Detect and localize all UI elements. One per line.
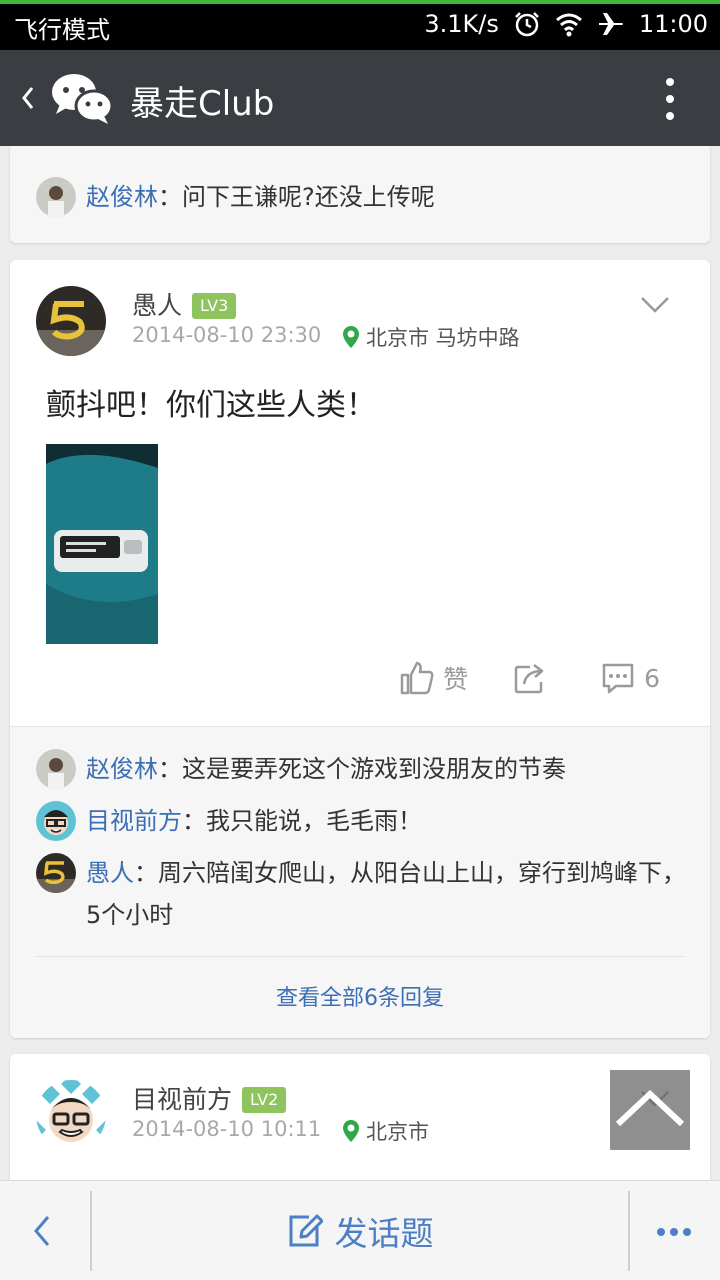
post-actions: 赞 6 <box>355 660 660 696</box>
toolbar-separator <box>628 1191 630 1271</box>
reply-item[interactable]: 赵俊林：问下王谦呢?还没上传呢 <box>36 176 690 218</box>
share-icon <box>514 664 544 694</box>
level-badge: LV3 <box>192 293 237 319</box>
post-author[interactable]: 目视前方 LV2 <box>132 1080 287 1116</box>
comment-button[interactable]: 6 <box>600 660 660 696</box>
comment-count: 6 <box>644 663 660 693</box>
title-bar: 暴走Club <box>0 50 720 146</box>
location-text: 北京市 马坊中路 <box>366 326 520 350</box>
overflow-menu-icon[interactable] <box>664 76 676 122</box>
page-title: 暴走Club <box>130 84 275 124</box>
divider <box>10 726 710 727</box>
location-pin-icon <box>343 1120 359 1142</box>
reply-author[interactable]: 愚人 <box>86 859 134 887</box>
comment-icon <box>602 663 634 694</box>
location-text: 北京市 <box>366 1120 429 1144</box>
reply-text: ：我只能说，毛毛雨！ <box>182 807 422 835</box>
post-image[interactable] <box>46 444 158 644</box>
status-accent-line <box>0 0 720 4</box>
view-all-replies-link[interactable]: 查看全部6条回复 <box>10 980 710 1012</box>
reply-item[interactable]: 赵俊林：这是要弄死这个游戏到没朋友的节奏 <box>36 748 690 790</box>
avatar[interactable] <box>36 853 76 893</box>
reply-text: ：周六陪闺女爬山，从阳台山上山，穿行到鸠峰下，5个小时 <box>86 859 686 929</box>
avatar[interactable] <box>36 1080 106 1150</box>
alarm-icon <box>514 12 539 37</box>
post-author-name[interactable]: 愚人 <box>132 291 182 320</box>
topic-card[interactable]: 愚人 LV3 2014-08-10 23:30 北京市 马坊中路 颤抖吧！你们这些… <box>10 260 710 1038</box>
wifi-icon <box>555 13 582 37</box>
wechat-logo-icon <box>52 74 114 124</box>
reply-text: ：问下王谦呢?还没上传呢 <box>158 183 435 211</box>
topic-card[interactable]: 赵俊林：问下王谦呢?还没上传呢 <box>10 146 710 243</box>
reply-author[interactable]: 赵俊林 <box>86 755 158 783</box>
back-chevron-icon[interactable] <box>16 80 40 116</box>
like-button[interactable]: 赞 <box>399 660 468 696</box>
post-content: 颤抖吧！你们这些人类！ <box>46 388 376 423</box>
scroll-to-top-button[interactable] <box>610 1070 690 1150</box>
chevron-down-icon[interactable] <box>640 296 670 314</box>
post-timestamp: 2014-08-10 10:11 <box>132 1117 322 1141</box>
location-pin-icon <box>343 326 359 348</box>
post-timestamp: 2014-08-10 23:30 <box>132 323 322 347</box>
avatar[interactable] <box>36 286 106 356</box>
avatar[interactable] <box>36 749 76 789</box>
post-author[interactable]: 愚人 LV3 <box>132 286 237 322</box>
like-label: 赞 <box>443 665 469 694</box>
compose-topic-button[interactable]: 发话题 <box>92 1181 628 1280</box>
status-bar: 飞行模式 3.1K/s 11:00 <box>0 0 720 50</box>
reply-author[interactable]: 赵俊林 <box>86 183 158 211</box>
thumbs-up-icon <box>400 661 434 695</box>
airplane-mode-label: 飞行模式 <box>14 16 110 44</box>
topic-feed[interactable]: 赵俊林：问下王谦呢?还没上传呢 愚人 LV3 2014-08-10 23:30 北… <box>0 146 720 1180</box>
reply-text: ：这是要弄死这个游戏到没朋友的节奏 <box>158 755 566 783</box>
avatar[interactable] <box>36 177 76 217</box>
chevron-up-icon <box>615 1089 685 1127</box>
clock: 11:00 <box>638 10 708 38</box>
reply-item[interactable]: 愚人：周六陪闺女爬山，从阳台山上山，穿行到鸠峰下，5个小时 <box>36 852 690 936</box>
status-right: 3.1K/s 11:00 <box>424 10 708 38</box>
divider <box>36 956 684 957</box>
back-arrow-icon[interactable] <box>30 1211 54 1251</box>
reply-author[interactable]: 目视前方 <box>86 807 182 835</box>
reply-item[interactable]: 目视前方：我只能说，毛毛雨！ <box>36 800 690 842</box>
share-button[interactable] <box>512 660 556 696</box>
network-speed: 3.1K/s <box>424 10 499 38</box>
level-badge: LV2 <box>242 1087 287 1113</box>
topic-card[interactable]: 目视前方 LV2 2014-08-10 10:11 北京市 <box>10 1054 710 1180</box>
airplane-icon <box>598 13 623 35</box>
avatar[interactable] <box>36 801 76 841</box>
compose-label: 发话题 <box>334 1214 434 1253</box>
compose-icon <box>289 1214 323 1247</box>
more-options-icon[interactable] <box>656 1227 692 1237</box>
post-author-name[interactable]: 目视前方 <box>132 1085 232 1114</box>
post-location: 北京市 马坊中路 <box>342 322 520 352</box>
post-location: 北京市 <box>342 1116 429 1146</box>
bottom-toolbar: 发话题 <box>0 1180 720 1280</box>
